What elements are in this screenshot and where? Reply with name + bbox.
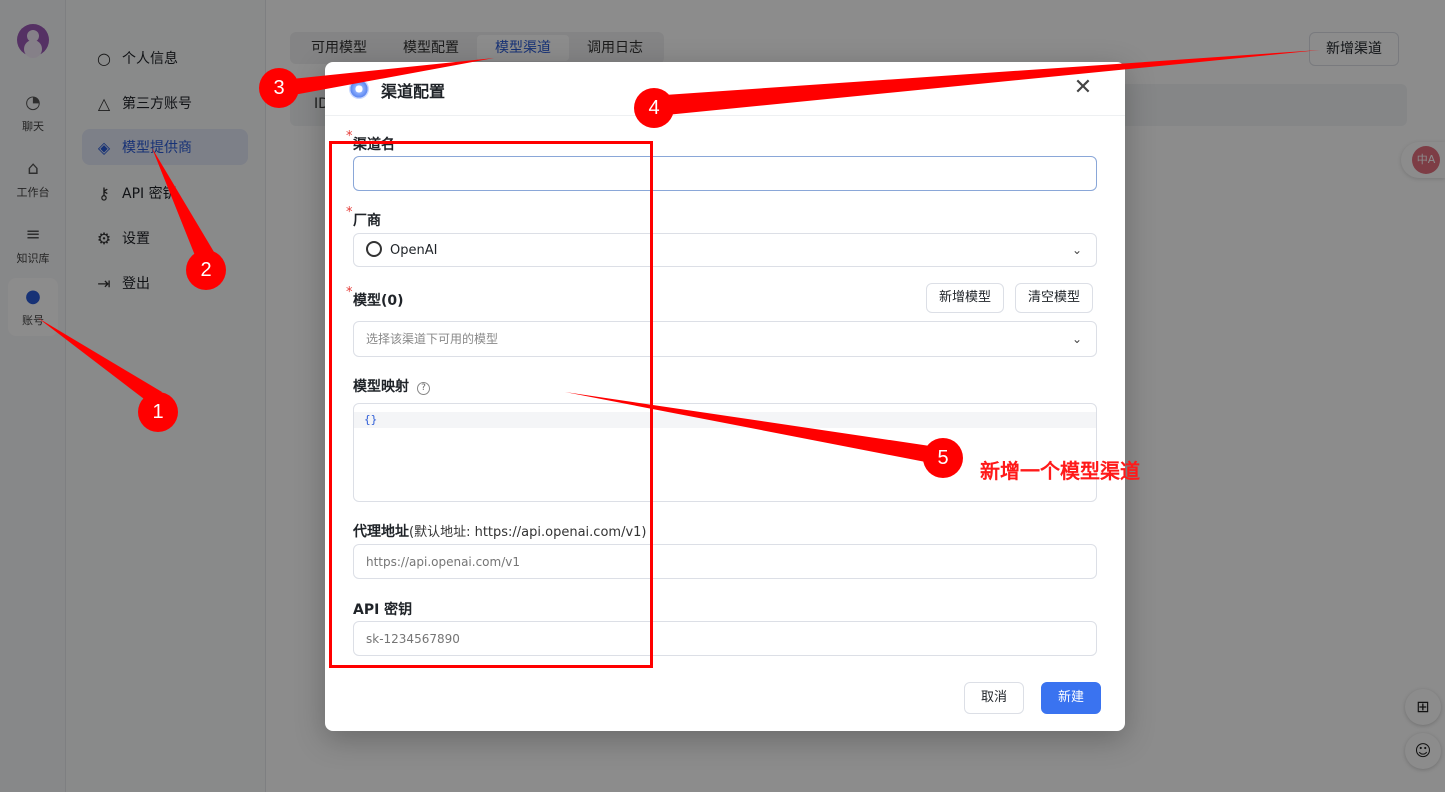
create-button[interactable]: 新建: [1041, 682, 1102, 714]
annotation-badge-1: 1: [138, 392, 178, 432]
app-logo-icon: [349, 79, 369, 99]
annotation-note: 新增一个模型渠道: [980, 459, 1140, 483]
cancel-button[interactable]: 取消: [964, 682, 1025, 714]
annotation-badge-4: 4: [634, 88, 674, 128]
close-icon[interactable]: ✕: [1071, 76, 1095, 100]
annotation-badge-2: 2: [186, 250, 226, 290]
add-model-button[interactable]: 新增模型: [926, 283, 1005, 313]
chevron-down-icon: ⌄: [1071, 243, 1082, 257]
chevron-down-icon: ⌄: [1071, 332, 1082, 346]
annotation-highlight-box: [329, 141, 653, 668]
annotation-badge-5: 5: [923, 438, 963, 478]
dialog-header: 渠道配置 ✕: [325, 62, 1125, 116]
clear-models-button[interactable]: 清空模型: [1015, 283, 1094, 313]
annotation-badge-3: 3: [259, 68, 299, 108]
dialog-title: 渠道配置: [381, 82, 446, 101]
